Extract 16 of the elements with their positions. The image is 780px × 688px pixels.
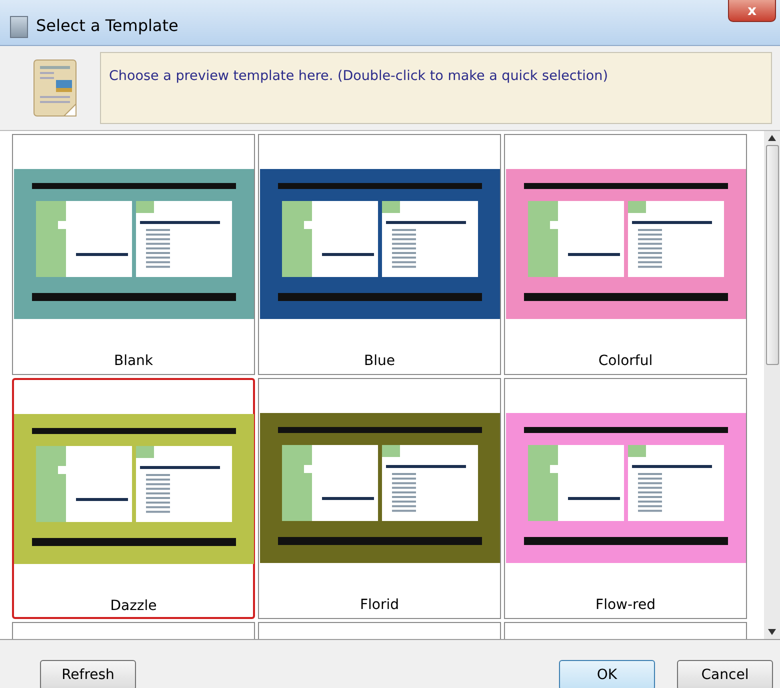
scroll-up-arrow-icon[interactable] (768, 135, 776, 141)
template-tile[interactable]: Flow-red (504, 378, 747, 619)
template-tile[interactable]: Blank (12, 134, 255, 375)
template-tile[interactable]: Colorful (504, 134, 747, 375)
template-tile[interactable]: Blue (258, 134, 501, 375)
dialog-button[interactable]: Refresh (40, 660, 136, 688)
scrollbar[interactable] (764, 131, 780, 639)
dialog-button[interactable]: Cancel (677, 660, 773, 688)
scrollbar-thumb[interactable] (766, 145, 778, 365)
template-tile[interactable]: Florid (258, 378, 501, 619)
dialog-button[interactable]: OK (559, 660, 655, 688)
app-icon (10, 16, 28, 38)
window-title: Select a Template (36, 16, 180, 35)
scroll-down-arrow-icon[interactable] (768, 629, 776, 635)
template-tile[interactable]: Dazzle (12, 378, 255, 619)
hint-text: Choose a preview template here. (Double-click to make a quick selection) (109, 68, 608, 84)
